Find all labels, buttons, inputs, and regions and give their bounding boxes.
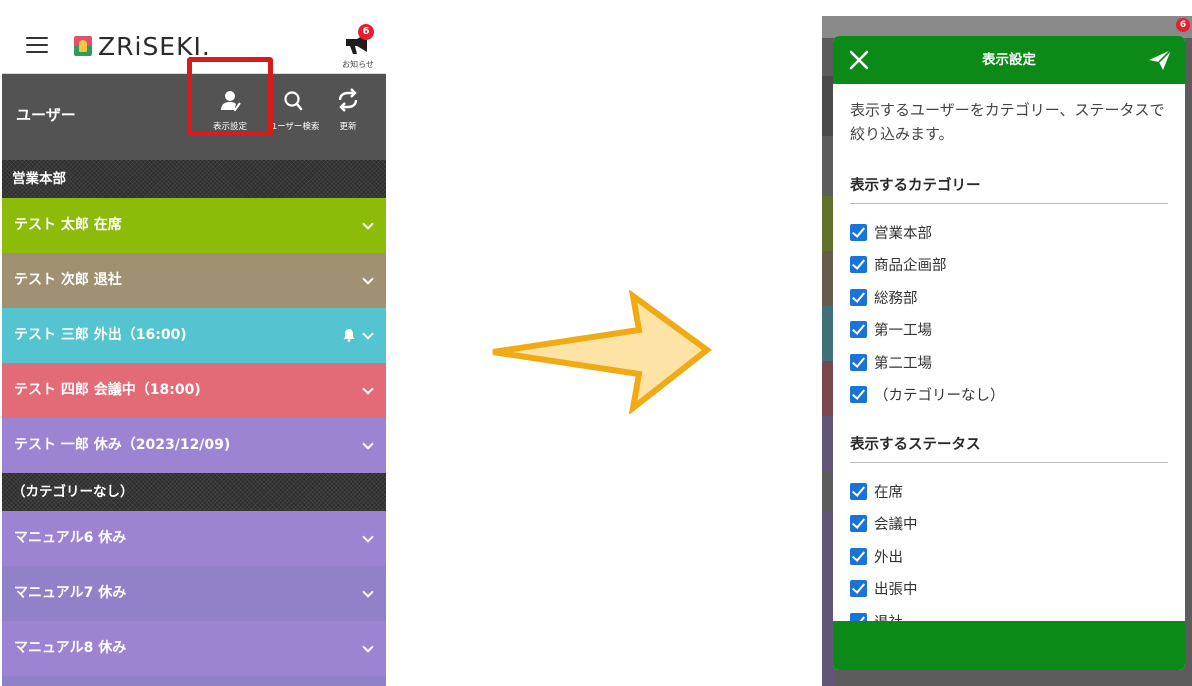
- hamburger-menu-icon[interactable]: [26, 37, 48, 53]
- category-section-title: 表示するカテゴリー: [850, 174, 1168, 204]
- category-checkbox-row[interactable]: 第二工場: [850, 346, 1168, 379]
- status-checkbox-row[interactable]: 会議中: [850, 508, 1168, 541]
- checkbox-label: 出張中: [874, 582, 918, 599]
- checkbox-checked-icon[interactable]: [850, 547, 867, 565]
- checkbox-label: 営業本部: [874, 225, 932, 242]
- checkbox-label: 在席: [874, 484, 903, 501]
- modal-description: 表示するユーザーをカテゴリー、ステータスで絞り込みます。: [850, 101, 1165, 143]
- checkbox-checked-icon[interactable]: [850, 386, 867, 404]
- chevron-down-icon[interactable]: [362, 531, 374, 543]
- user-row[interactable]: マニュアル8 休み: [2, 621, 386, 676]
- checkbox-label: 退社: [874, 611, 903, 621]
- search-icon: [284, 91, 303, 111]
- checkbox-label: 第一工場: [874, 323, 932, 340]
- checkbox-checked-icon[interactable]: [850, 321, 867, 339]
- status-checkbox-row[interactable]: 出張中: [850, 573, 1168, 606]
- status-checkbox-row[interactable]: 在席: [850, 475, 1168, 508]
- category-checkbox-row[interactable]: 営業本部: [850, 216, 1168, 249]
- chevron-down-icon[interactable]: [362, 328, 374, 340]
- highlight-box: [187, 57, 273, 136]
- category-header: （カテゴリーなし）: [2, 473, 386, 511]
- modal-title: 表示設定: [982, 52, 1036, 68]
- category-checkbox-row[interactable]: 商品企画部: [850, 249, 1168, 282]
- page-title: ユーザー: [16, 106, 76, 124]
- display-settings-modal: 表示設定 表示するユーザーをカテゴリー、ステータスで絞り込みます。 表示するカテ…: [833, 36, 1185, 670]
- user-row-text: テスト 四郎 会議中（18:00): [14, 382, 201, 398]
- user-row[interactable]: テスト 太郎 在席: [2, 198, 386, 253]
- modal-header: 表示設定: [833, 36, 1185, 84]
- checkbox-label: 商品企画部: [874, 258, 947, 275]
- user-row[interactable]: テスト 一郎 休み（2023/12/09): [2, 418, 386, 473]
- chevron-down-icon[interactable]: [362, 586, 374, 598]
- checkbox-label: 総務部: [874, 290, 918, 307]
- status-section-title: 表示するステータス: [850, 433, 1168, 463]
- checkbox-checked-icon[interactable]: [850, 515, 867, 533]
- checkbox-label: 外出: [874, 549, 903, 566]
- checkbox-label: （カテゴリーなし）: [874, 388, 1005, 405]
- notice-count-badge: 6: [358, 24, 374, 40]
- status-checklist: 在席 会議中 外出 出張中 退社: [850, 475, 1168, 621]
- user-row: [2, 676, 386, 686]
- chevron-down-icon[interactable]: [362, 218, 374, 230]
- checkbox-label: 第二工場: [874, 355, 932, 372]
- checkbox-checked-icon[interactable]: [850, 223, 867, 241]
- arrow-right-icon: [492, 290, 712, 414]
- zaiseki-logo[interactable]: ZRiSEKI.: [74, 32, 211, 61]
- modal-footer: [833, 621, 1185, 670]
- status-checkbox-row[interactable]: 退社: [850, 605, 1168, 621]
- bell-icon: [343, 329, 355, 342]
- notice-count-badge: 6: [1176, 18, 1190, 32]
- user-row[interactable]: マニュアル7 休み: [2, 566, 386, 621]
- send-icon[interactable]: [1147, 48, 1173, 72]
- user-search-button[interactable]: ユーザー検索: [264, 86, 324, 142]
- user-row[interactable]: テスト 次郎 退社: [2, 253, 386, 308]
- status-checkbox-row[interactable]: 外出: [850, 540, 1168, 573]
- user-row[interactable]: テスト 四郎 会議中（18:00): [2, 363, 386, 418]
- chevron-down-icon[interactable]: [362, 438, 374, 450]
- user-row[interactable]: マニュアル6 休み: [2, 511, 386, 566]
- refresh-button[interactable]: 更新: [320, 86, 376, 142]
- chevron-down-icon[interactable]: [362, 641, 374, 653]
- chevron-down-icon[interactable]: [362, 273, 374, 285]
- category-checkbox-row[interactable]: （カテゴリーなし）: [850, 379, 1168, 412]
- notice-label: お知らせ: [342, 60, 374, 69]
- user-row[interactable]: テスト 三郎 外出（16:00): [2, 308, 386, 363]
- user-row-text: テスト 一郎 休み（2023/12/09): [14, 437, 231, 453]
- category-header: 営業本部: [2, 160, 386, 198]
- user-row-text: テスト 次郎 退社: [14, 272, 122, 288]
- checkbox-label: 会議中: [874, 517, 918, 534]
- refresh-label: 更新: [339, 122, 357, 132]
- checkbox-checked-icon[interactable]: [850, 288, 867, 306]
- logo-mark-icon: [74, 36, 92, 56]
- right-phone-screen: 6 表示設定 表示するユーザーをカテゴリー、ステータスで絞り込みます。 表示する…: [822, 16, 1192, 686]
- user-row-text: マニュアル8 休み: [14, 640, 127, 656]
- refresh-icon: [338, 88, 358, 112]
- checkbox-checked-icon[interactable]: [850, 580, 867, 598]
- category-checklist: 営業本部 商品企画部 総務部 第一工場 第二工場 （カテゴリーなし）: [850, 216, 1168, 411]
- checkbox-checked-icon[interactable]: [850, 256, 867, 274]
- user-row-text: テスト 三郎 外出（16:00): [14, 327, 187, 343]
- dimmed-header: [822, 16, 1192, 38]
- chevron-down-icon[interactable]: [362, 383, 374, 395]
- user-row-text: テスト 太郎 在席: [14, 217, 122, 233]
- user-search-label: ユーザー検索: [268, 122, 320, 132]
- checkbox-checked-icon[interactable]: [850, 612, 867, 621]
- checkbox-checked-icon[interactable]: [850, 482, 867, 500]
- modal-body: 表示するユーザーをカテゴリー、ステータスで絞り込みます。 表示するカテゴリー 営…: [833, 84, 1185, 621]
- checkbox-checked-icon[interactable]: [850, 353, 867, 371]
- notice-button[interactable]: 6 お知らせ: [336, 24, 380, 70]
- user-row-text: マニュアル6 休み: [14, 530, 127, 546]
- user-row-text: マニュアル7 休み: [14, 585, 127, 601]
- category-checkbox-row[interactable]: 総務部: [850, 281, 1168, 314]
- category-checkbox-row[interactable]: 第一工場: [850, 314, 1168, 347]
